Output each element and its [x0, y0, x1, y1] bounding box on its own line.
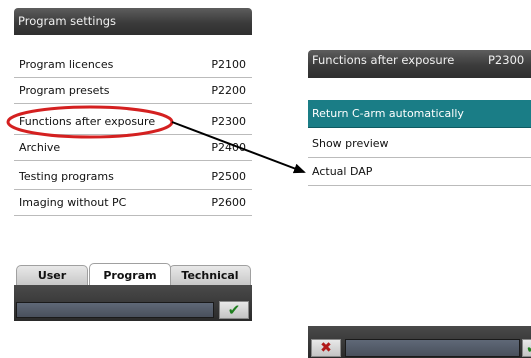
- pointer-arrow: [171, 121, 306, 174]
- highlight-ellipse: [6, 105, 174, 139]
- annotation-overlay: [6, 105, 306, 174]
